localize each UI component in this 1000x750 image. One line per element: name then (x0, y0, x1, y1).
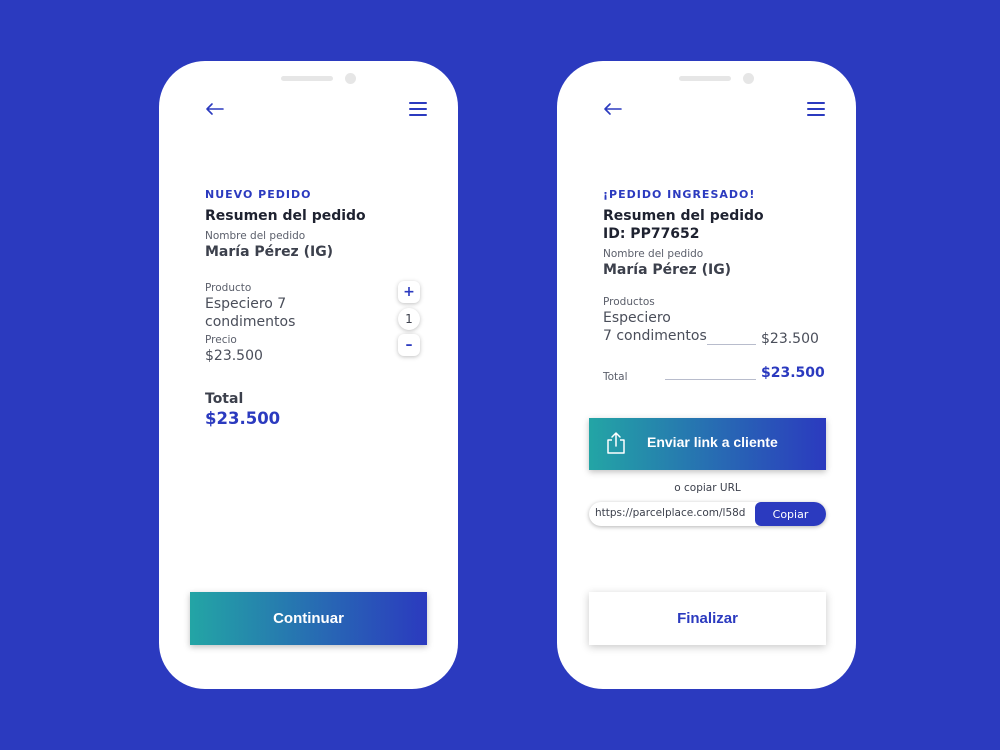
order-name-label: Nombre del pedido (205, 230, 306, 242)
continue-button[interactable]: Continuar (190, 592, 427, 645)
copy-button[interactable]: Copiar (755, 502, 826, 526)
order-name: María Pérez (IG) (205, 244, 334, 260)
phone-camera (743, 73, 754, 84)
section-eyebrow: NUEVO PEDIDO (205, 188, 312, 201)
send-link-button[interactable]: Enviar link a cliente (589, 418, 826, 470)
phone-new-order: NUEVO PEDIDO Resumen del pedido Nombre d… (159, 61, 458, 689)
order-name: María Pérez (IG) (603, 262, 732, 278)
product-price-leader (707, 344, 756, 345)
order-name-label: Nombre del pedido (603, 248, 704, 260)
or-copy-url-label: o copiar URL (674, 482, 741, 494)
url-value: https://parcelplace.com/l58d (595, 507, 746, 519)
product-name-line2: condimentos (205, 314, 296, 330)
total-value: $23.500 (205, 409, 281, 428)
product-name-line1: Especiero (603, 310, 671, 326)
page-title: Resumen del pedido (205, 208, 366, 224)
price-label: Precio (205, 334, 237, 346)
product-name-line1: Especiero 7 (205, 296, 287, 312)
price-value: $23.500 (205, 348, 263, 364)
phone-camera (345, 73, 356, 84)
total-leader (665, 379, 756, 380)
order-id: ID: PP77652 (603, 226, 700, 242)
product-label: Producto (205, 282, 252, 294)
quantity-increase-button[interactable]: + (398, 281, 420, 303)
arrow-left-icon[interactable] (601, 97, 625, 121)
hamburger-menu-icon[interactable] (408, 99, 428, 119)
total-label: Total (205, 391, 244, 407)
arrow-left-icon[interactable] (203, 97, 227, 121)
phone-speaker (281, 76, 333, 81)
url-field[interactable]: https://parcelplace.com/l58d Copiar (589, 502, 826, 526)
phone-speaker (679, 76, 731, 81)
share-upload-icon (605, 431, 627, 458)
section-eyebrow: ¡PEDIDO INGRESADO! (603, 188, 756, 201)
send-link-label: Enviar link a cliente (647, 434, 778, 450)
quantity-decrease-button[interactable]: – (398, 334, 420, 356)
total-label: Total (603, 371, 628, 383)
finish-button[interactable]: Finalizar (589, 592, 826, 645)
phone-order-confirmed: ¡PEDIDO INGRESADO! Resumen del pedido ID… (557, 61, 856, 689)
hamburger-menu-icon[interactable] (806, 99, 826, 119)
product-price: $23.500 (761, 331, 819, 347)
page-title: Resumen del pedido (603, 208, 764, 224)
total-value: $23.500 (761, 365, 825, 381)
products-label: Productos (603, 296, 655, 308)
quantity-value: 1 (398, 308, 420, 330)
